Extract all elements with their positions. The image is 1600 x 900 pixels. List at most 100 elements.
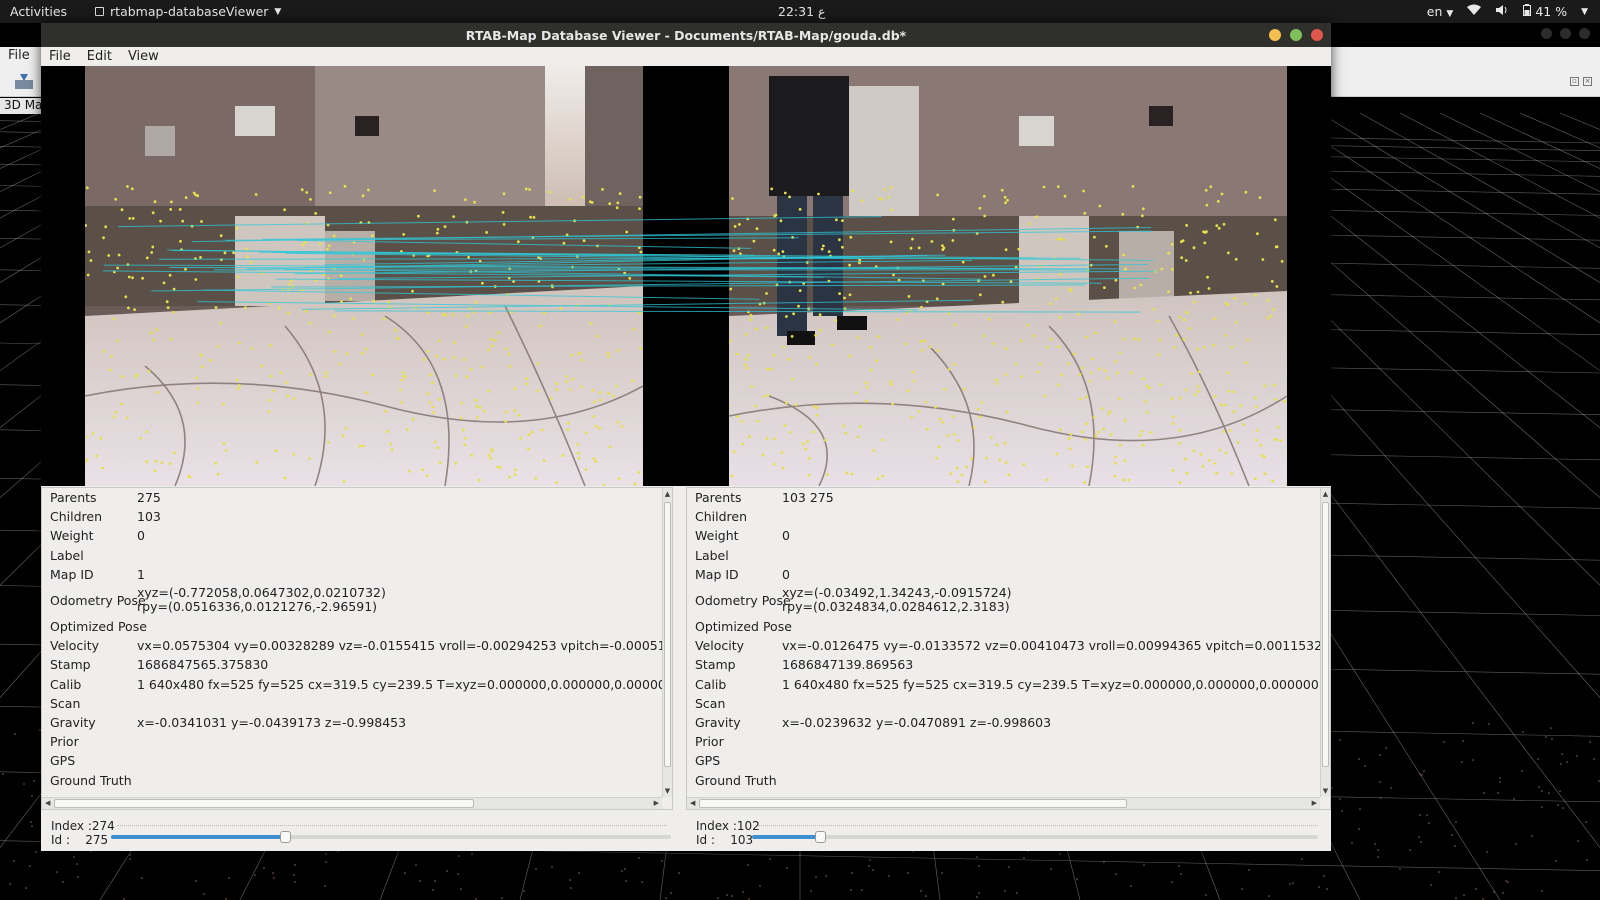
scroll-up-icon[interactable]: ▲ <box>663 488 672 500</box>
info-key: Odometry Pose <box>695 592 791 608</box>
system-indicators[interactable]: en ▼ 41 % ▼ <box>1427 4 1588 19</box>
info-row[interactable]: Weight 0 <box>687 526 1320 545</box>
info-row[interactable]: Odometry Pose xyz=(-0.772058,0.0647302,0.… <box>42 584 662 617</box>
close-icon[interactable]: × <box>1583 77 1592 86</box>
dock-buttons[interactable]: ▫ × <box>1570 77 1592 86</box>
right-index-slider[interactable] <box>752 831 1318 843</box>
info-row[interactable]: Children 103 <box>42 507 662 526</box>
close-button[interactable] <box>1311 29 1323 41</box>
left-index-slider[interactable] <box>111 831 671 843</box>
scrollbar-thumb[interactable] <box>1322 502 1329 767</box>
left-camera-image[interactable] <box>85 66 643 486</box>
title-bar[interactable]: RTAB-Map Database Viewer - Documents/RTA… <box>41 23 1331 47</box>
info-row[interactable]: Scan <box>42 694 662 713</box>
info-row[interactable]: Gravity x=-0.0239632 y=-0.0470891 z=-0.99… <box>687 713 1320 732</box>
info-key: Gravity <box>695 714 741 730</box>
menu-file[interactable]: File <box>41 49 79 64</box>
info-row[interactable]: Parents 275 <box>42 488 662 507</box>
info-row[interactable]: Label <box>42 546 662 565</box>
minimize-button[interactable] <box>1269 29 1281 41</box>
scrollbar-thumb[interactable] <box>664 502 671 767</box>
info-row[interactable]: Ground Truth <box>687 770 1320 789</box>
info-key: Prior <box>50 734 79 750</box>
info-row[interactable]: Stamp 1686847565.375830 <box>42 655 662 674</box>
background-window-controls[interactable] <box>1541 28 1590 39</box>
info-value-line: 1686847565.375830 <box>137 657 269 673</box>
info-row[interactable]: Calib 1 640x480 fx=525 fy=525 cx=319.5 cy… <box>687 675 1320 694</box>
info-value-line: 103 <box>137 509 161 525</box>
info-row[interactable]: Weight 0 <box>42 526 662 545</box>
info-key: Velocity <box>695 638 745 654</box>
scroll-left-icon[interactable]: ◀ <box>690 798 695 809</box>
info-row[interactable]: Prior <box>42 732 662 751</box>
info-row[interactable]: Prior <box>687 732 1320 751</box>
info-value: 1 640x480 fx=525 fy=525 cx=319.5 cy=239.… <box>782 677 1320 692</box>
info-value: 103 275 <box>782 490 1320 505</box>
left-image-canvas <box>85 66 643 486</box>
clock[interactable]: 22:31 ع <box>778 4 825 19</box>
info-row[interactable]: Optimized Pose <box>42 617 662 636</box>
maximize-icon[interactable] <box>1560 28 1571 39</box>
scroll-left-icon[interactable]: ◀ <box>45 798 50 809</box>
info-row[interactable]: Velocity vx=0.0575304 vy=0.00328289 vz=-0… <box>42 636 662 655</box>
right-horizontal-scrollbar[interactable]: ◀ ▶ <box>687 797 1320 809</box>
float-icon[interactable]: ▫ <box>1570 77 1579 86</box>
maximize-button[interactable] <box>1290 29 1302 41</box>
info-row[interactable]: Parents 103 275 <box>687 488 1320 507</box>
right-camera-image[interactable] <box>729 66 1287 486</box>
save-icon[interactable] <box>14 72 34 90</box>
info-row[interactable]: Scan <box>687 694 1320 713</box>
right-vertical-scrollbar[interactable]: ▲ ▼ <box>1320 488 1330 797</box>
left-horizontal-scrollbar[interactable]: ◀ ▶ <box>42 797 662 809</box>
info-row[interactable]: Map ID 0 <box>687 565 1320 584</box>
info-key: Scan <box>695 695 726 711</box>
info-value: xyz=(-0.772058,0.0647302,0.0210732) rpy=(… <box>137 586 662 614</box>
info-row[interactable]: Ground Truth <box>42 770 662 789</box>
info-key: Optimized Pose <box>695 619 792 635</box>
minimize-icon[interactable] <box>1541 28 1552 39</box>
info-row[interactable]: Odometry Pose xyz=(-0.03492,1.34243,-0.09… <box>687 584 1320 617</box>
info-value: 103 <box>137 509 662 524</box>
left-vertical-scrollbar[interactable]: ▲ ▼ <box>662 488 672 797</box>
app-menu[interactable]: rtabmap-databaseViewer ▼ <box>95 4 281 19</box>
menu-view[interactable]: View <box>120 49 167 64</box>
info-value: 1 <box>137 567 662 582</box>
close-icon[interactable] <box>1579 28 1590 39</box>
language-indicator[interactable]: en ▼ <box>1427 4 1454 19</box>
scroll-up-icon[interactable]: ▲ <box>1321 488 1330 500</box>
info-row[interactable]: Gravity x=-0.0341031 y=-0.0439173 z=-0.99… <box>42 713 662 732</box>
info-row[interactable]: Optimized Pose <box>687 617 1320 636</box>
info-value-line: 1 640x480 fx=525 fy=525 cx=319.5 cy=239.… <box>137 676 662 692</box>
chevron-down-icon: ▼ <box>1581 6 1588 17</box>
menu-edit[interactable]: Edit <box>79 49 120 64</box>
left-node-info-panel: Parents 275 Children 103 Weight 0 Label Map ID 1… <box>41 487 673 810</box>
slider-handle[interactable] <box>279 831 291 843</box>
info-row[interactable]: GPS <box>42 751 662 770</box>
background-menu-file[interactable]: File <box>0 47 45 65</box>
info-row[interactable]: Velocity vx=-0.0126475 vy=-0.0133572 vz=0… <box>687 636 1320 655</box>
scrollbar-thumb[interactable] <box>54 799 474 808</box>
scrollbar-thumb[interactable] <box>699 799 1127 808</box>
info-value-line: 0 <box>137 528 145 544</box>
info-row[interactable]: GPS <box>687 751 1320 770</box>
right-image-canvas <box>729 66 1287 486</box>
info-value: 1 640x480 fx=525 fy=525 cx=319.5 cy=239.… <box>137 677 662 692</box>
scroll-down-icon[interactable]: ▼ <box>1321 785 1330 797</box>
scroll-right-icon[interactable]: ▶ <box>654 798 659 809</box>
info-key: Parents <box>50 490 97 506</box>
database-viewer-window: RTAB-Map Database Viewer - Documents/RTA… <box>41 23 1331 851</box>
info-row[interactable]: Calib 1 640x480 fx=525 fy=525 cx=319.5 cy… <box>42 675 662 694</box>
info-row[interactable]: Label <box>687 546 1320 565</box>
chevron-down-icon: ▼ <box>274 6 282 17</box>
scroll-down-icon[interactable]: ▼ <box>663 785 672 797</box>
info-row[interactable]: Map ID 1 <box>42 565 662 584</box>
scroll-right-icon[interactable]: ▶ <box>1312 798 1317 809</box>
info-key: Odometry Pose <box>50 592 146 608</box>
info-row[interactable]: Stamp 1686847139.869563 <box>687 655 1320 674</box>
volume-icon <box>1495 4 1509 19</box>
info-row[interactable]: Children <box>687 507 1320 526</box>
tab-3d-map[interactable]: 3D Map <box>0 98 45 114</box>
slider-handle[interactable] <box>814 831 826 843</box>
info-value-line: rpy=(0.0516336,0.0121276,-2.96591) <box>137 599 378 615</box>
activities-button[interactable]: Activities <box>10 4 67 19</box>
